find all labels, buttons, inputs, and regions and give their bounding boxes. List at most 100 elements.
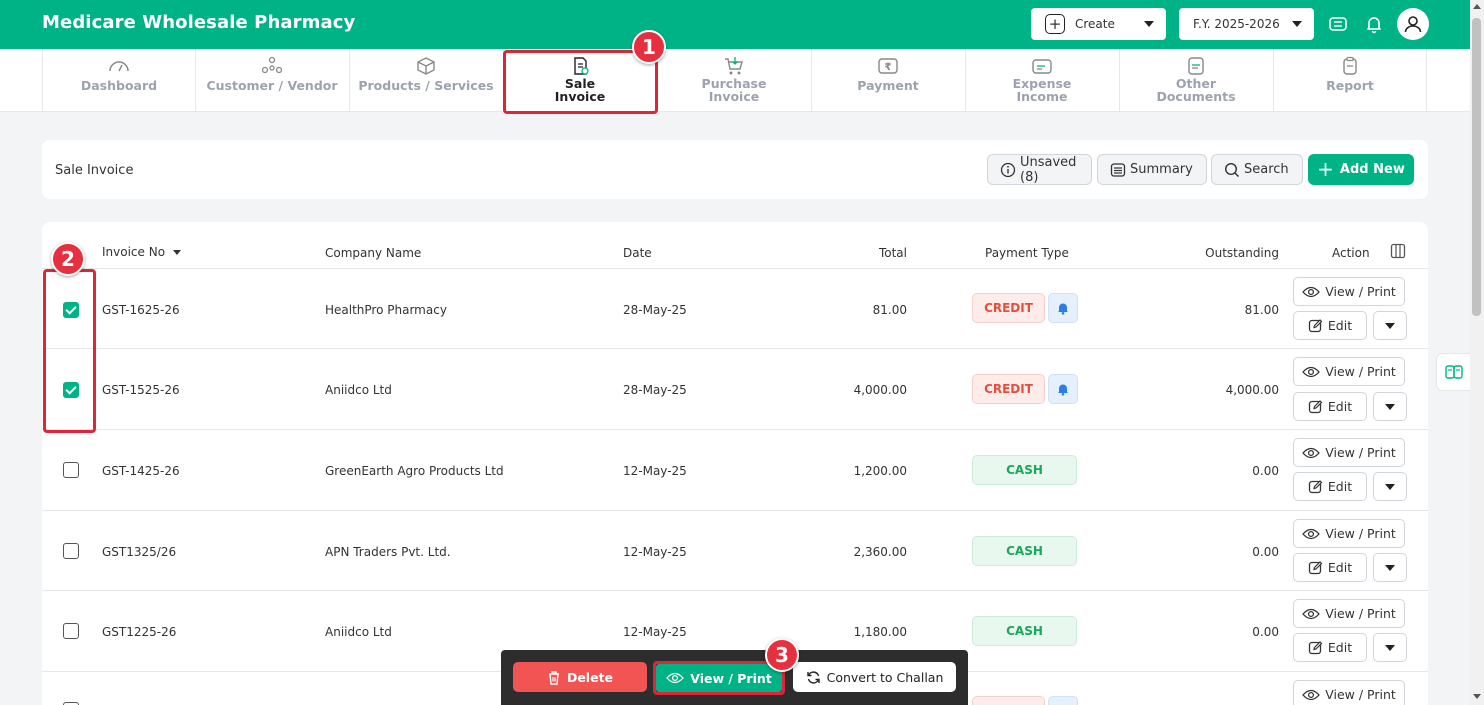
unsaved-button[interactable]: Unsaved (8): [987, 154, 1092, 185]
row-more-dropdown[interactable]: [1373, 472, 1407, 501]
reminder-bell-button[interactable]: [1048, 374, 1078, 404]
list-icon: [1110, 162, 1126, 178]
invoice-no[interactable]: GST1225-26: [102, 625, 176, 639]
outstanding-amount: 0.00: [1252, 545, 1279, 559]
view-print-label: View / Print: [1325, 526, 1396, 541]
page-scrollbar[interactable]: [1470, 0, 1484, 705]
nav-payment[interactable]: ₹ Payment: [811, 49, 964, 111]
delete-label: Delete: [566, 669, 614, 685]
bulk-delete-button[interactable]: Delete: [513, 662, 647, 692]
invoice-no[interactable]: GST-1425-26: [102, 464, 180, 478]
nav-label: Payment: [857, 78, 919, 93]
user-avatar-icon[interactable]: [1397, 8, 1429, 40]
nav-label: Report: [1326, 78, 1374, 93]
view-print-button[interactable]: View / Print: [1293, 519, 1405, 548]
company-name: APN Traders Pvt. Ltd.: [325, 545, 451, 559]
edit-button[interactable]: Edit: [1293, 392, 1367, 421]
outstanding-amount: 0.00: [1252, 464, 1279, 478]
convert-label: Convert to Challan: [826, 669, 944, 685]
eye-icon: [1302, 528, 1321, 540]
row-more-dropdown[interactable]: [1373, 553, 1407, 582]
edit-icon: [1308, 479, 1323, 494]
caret-down-icon: [1144, 21, 1154, 27]
edit-button[interactable]: Edit: [1293, 472, 1367, 501]
columns-toggle-icon[interactable]: [1390, 243, 1406, 263]
table-row: GST-1625-26 HealthPro Pharmacy 28-May-25…: [42, 268, 1428, 348]
edit-button[interactable]: Edit: [1293, 633, 1367, 662]
scroll-down-arrow-icon[interactable]: [1473, 694, 1481, 699]
nav-report[interactable]: Report: [1273, 49, 1426, 111]
annotation-step-badge: 1: [632, 30, 666, 64]
table-row: GST1325/26 APN Traders Pvt. Ltd. 12-May-…: [42, 510, 1428, 590]
summary-label: Summary: [1130, 162, 1193, 177]
nav-purchase-invoice[interactable]: Purchase Invoice: [657, 49, 810, 111]
search-button[interactable]: Search: [1211, 154, 1303, 185]
eye-icon: [1302, 689, 1321, 701]
nav-customer-vendor[interactable]: Customer / Vendor: [195, 49, 348, 111]
col-header-total: Total: [878, 246, 907, 260]
view-print-button[interactable]: View / Print: [1293, 357, 1405, 386]
annotation-step-badge: 3: [765, 638, 799, 672]
nav-dashboard[interactable]: Dashboard: [42, 49, 195, 111]
row-more-dropdown[interactable]: [1373, 633, 1407, 662]
invoice-total: 1,200.00: [853, 464, 907, 478]
nav-expense-income[interactable]: Expense Income: [965, 49, 1118, 111]
company-name: Aniidco Ltd: [325, 383, 392, 397]
edit-label: Edit: [1327, 560, 1353, 575]
company-name: GreenEarth Agro Products Ltd: [325, 464, 504, 478]
summary-button[interactable]: Summary: [1097, 154, 1207, 185]
col-header-action: Action: [1332, 246, 1370, 260]
gauge-icon: [108, 56, 130, 76]
edit-icon: [1308, 318, 1323, 333]
financial-year-dropdown[interactable]: F.Y. 2025-2026: [1179, 8, 1314, 40]
info-circle-icon: [1000, 162, 1016, 178]
row-more-dropdown[interactable]: [1373, 392, 1407, 421]
nav-products-services[interactable]: Products / Services: [349, 49, 502, 111]
invoice-share-icon: [1444, 365, 1463, 379]
view-print-label: View / Print: [1325, 606, 1396, 621]
scroll-up-arrow-icon[interactable]: [1473, 4, 1481, 9]
side-panel-tab[interactable]: [1436, 353, 1470, 391]
edit-button[interactable]: Edit: [1293, 311, 1367, 340]
col-header-invoice-no[interactable]: Invoice No: [102, 245, 181, 259]
reminder-bell-button[interactable]: [1048, 696, 1078, 705]
convert-to-challan-button[interactable]: Convert to Challan: [793, 662, 956, 692]
payment-type-badge: [972, 696, 1045, 705]
add-new-button[interactable]: + Add New: [1308, 154, 1414, 185]
view-print-button[interactable]: View / Print: [1293, 277, 1405, 306]
edit-label: Edit: [1327, 399, 1353, 414]
people-network-icon: [261, 56, 283, 76]
view-print-button[interactable]: View / Print: [1293, 680, 1405, 705]
reminder-bell-button[interactable]: [1048, 293, 1078, 323]
create-dropdown-button[interactable]: + Create: [1031, 8, 1166, 40]
nav-divider: [1426, 49, 1427, 111]
unsaved-label: Unsaved (8): [1020, 154, 1077, 185]
col-header-payment-type: Payment Type: [985, 246, 1069, 260]
rupee-icon: ₹: [877, 56, 899, 76]
row-checkbox[interactable]: [63, 543, 79, 559]
keyboard-icon[interactable]: [1326, 12, 1350, 36]
nav-label: Income: [1016, 88, 1068, 104]
box-icon: [415, 56, 437, 76]
create-label: Create: [1075, 17, 1115, 31]
view-print-label: View / Print: [1325, 687, 1396, 702]
invoice-no[interactable]: GST-1625-26: [102, 303, 180, 317]
view-print-button[interactable]: View / Print: [1293, 599, 1405, 628]
invoice-no[interactable]: GST-1525-26: [102, 383, 180, 397]
scroll-thumb[interactable]: [1472, 18, 1481, 316]
main-nav: Dashboard Customer / Vendor Products / S…: [0, 49, 1470, 112]
col-header-company: Company Name: [325, 246, 422, 260]
company-name: HealthPro Pharmacy: [325, 303, 447, 317]
nav-other-documents[interactable]: Other Documents: [1119, 49, 1272, 111]
bell-icon[interactable]: [1362, 12, 1386, 36]
view-print-label: View / Print: [1325, 445, 1396, 460]
invoice-no[interactable]: GST1325/26: [102, 545, 176, 559]
sort-caret-icon: [172, 250, 181, 255]
row-more-dropdown[interactable]: [1373, 311, 1407, 340]
edit-button[interactable]: Edit: [1293, 553, 1367, 582]
row-checkbox[interactable]: [63, 462, 79, 478]
eye-icon: [1302, 366, 1321, 378]
bell-icon: [1058, 303, 1068, 315]
row-checkbox[interactable]: [63, 623, 79, 639]
view-print-button[interactable]: View / Print: [1293, 438, 1405, 467]
